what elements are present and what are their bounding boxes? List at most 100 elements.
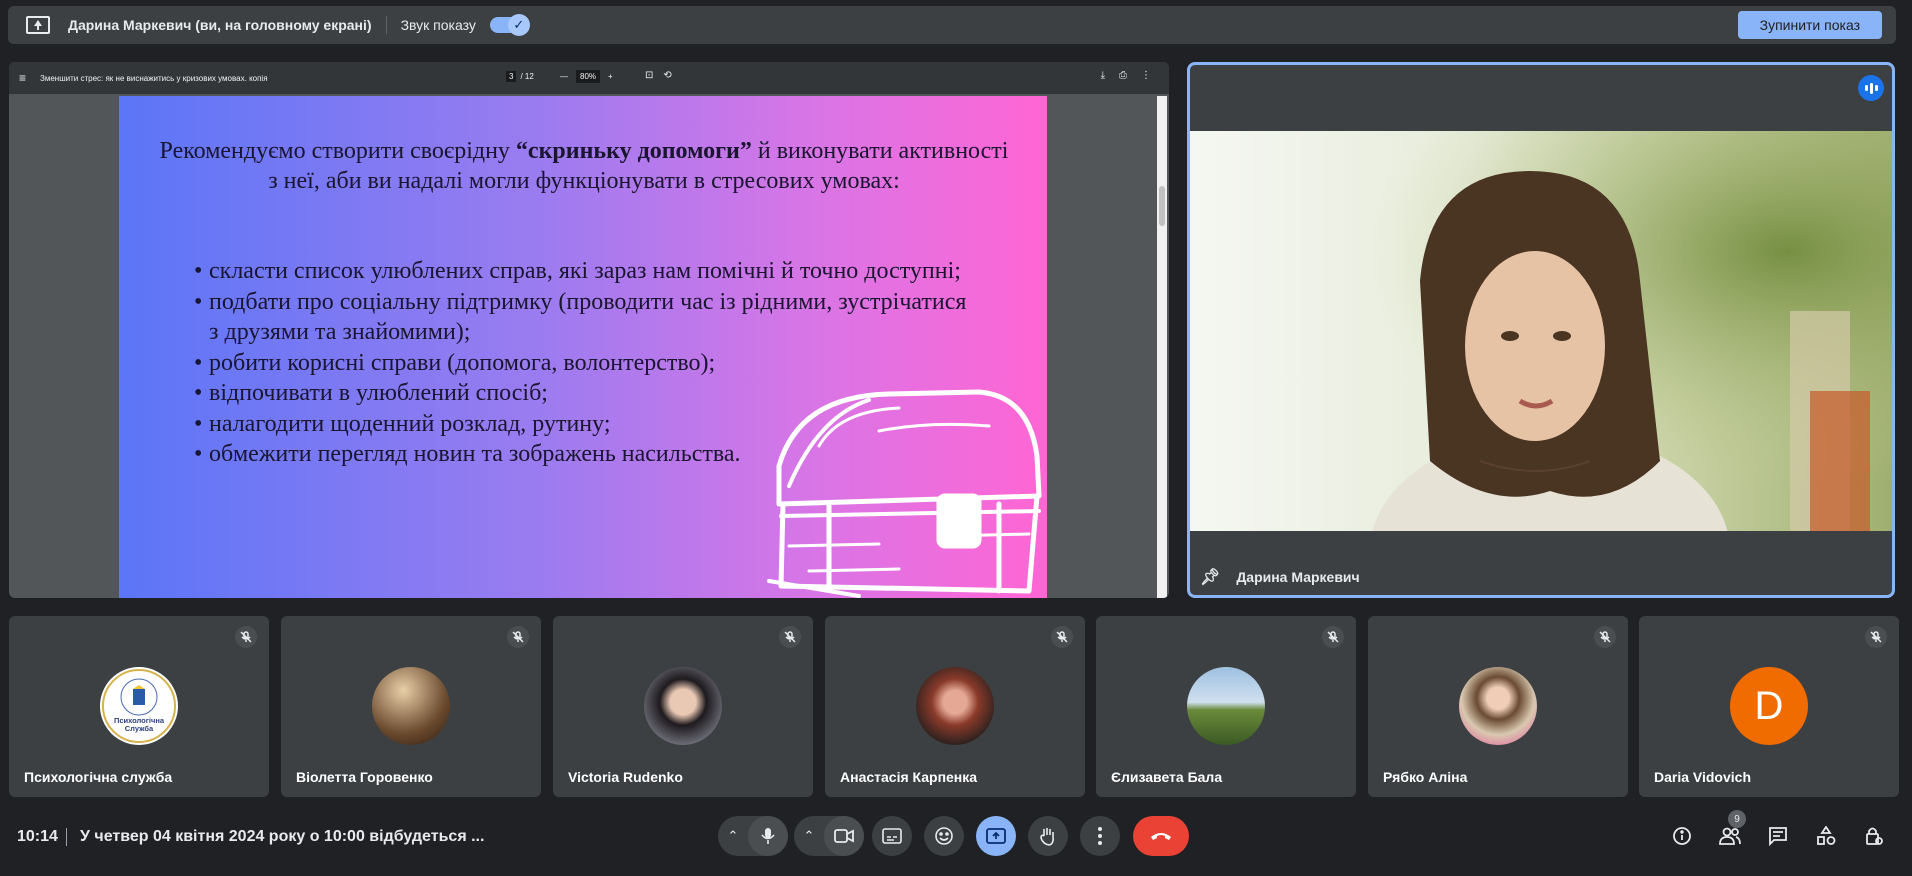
menu-icon[interactable]: ≡ bbox=[19, 71, 26, 85]
end-call-button[interactable] bbox=[1133, 816, 1189, 856]
end-call-control bbox=[1133, 816, 1189, 856]
info-icon bbox=[1673, 827, 1691, 845]
page-input[interactable]: 3 bbox=[506, 71, 517, 82]
participant-tile[interactable]: Віолетта Горовенко bbox=[281, 616, 541, 797]
rotate-icon[interactable]: ⟲ bbox=[663, 70, 671, 81]
activities-button[interactable] bbox=[1806, 816, 1846, 856]
more-vert-icon bbox=[1098, 827, 1102, 845]
pdf-actions: ⤓ ⎙ ⋮ bbox=[1101, 70, 1151, 81]
mic-off-icon bbox=[1865, 626, 1887, 648]
slide-intro: Рекомендуємо створити своєрідну “скриньк… bbox=[159, 136, 1009, 196]
more-options-control bbox=[1080, 816, 1120, 856]
raise-hand-button[interactable] bbox=[1028, 816, 1068, 856]
reactions-control bbox=[924, 816, 964, 856]
pdf-title: Зменшити стрес: як не виснажитись у криз… bbox=[40, 73, 268, 83]
sound-label: Звук показу bbox=[400, 17, 476, 33]
presenting-bar: Дарина Маркевич (ви, на головному екрані… bbox=[8, 6, 1896, 44]
pdf-view-controls: ⊡ ⟲ bbox=[645, 70, 672, 81]
chat-button[interactable] bbox=[1758, 816, 1798, 856]
pin-icon[interactable]: 📌︎ bbox=[1200, 567, 1220, 587]
emoji-icon bbox=[935, 827, 953, 845]
avatar bbox=[1187, 667, 1265, 745]
camera-control: ⌃ bbox=[794, 816, 864, 856]
participant-name: Victoria Rudenko bbox=[568, 769, 683, 785]
participant-name: Єлизавета Бала bbox=[1111, 769, 1223, 785]
avatar bbox=[916, 667, 994, 745]
treasure-chest-icon bbox=[767, 389, 1042, 598]
fit-page-icon[interactable]: ⊡ bbox=[645, 70, 653, 81]
camera-icon bbox=[834, 829, 854, 843]
camera-button[interactable] bbox=[824, 816, 864, 856]
mic-off-icon bbox=[1051, 626, 1073, 648]
mic-icon bbox=[761, 828, 775, 844]
avatar bbox=[372, 667, 450, 745]
presentation-pane: ≡ Зменшити стрес: як не виснажитись у кр… bbox=[9, 62, 1169, 598]
logo-text: Служба bbox=[125, 724, 154, 733]
zoom-controls: — 80% + bbox=[560, 70, 613, 83]
chevron-up-icon[interactable]: ⌃ bbox=[718, 828, 748, 844]
slide: Рекомендуємо створити своєрідну “скриньк… bbox=[119, 96, 1047, 598]
page-indicator: 3 / 12 bbox=[506, 71, 534, 82]
pdf-toolbar: ≡ Зменшити стрес: як не виснажитись у кр… bbox=[9, 62, 1169, 94]
participant-tile[interactable]: Victoria Rudenko bbox=[553, 616, 813, 797]
hang-up-icon bbox=[1151, 833, 1171, 840]
chevron-up-icon[interactable]: ⌃ bbox=[794, 828, 824, 844]
mic-off-icon bbox=[235, 626, 257, 648]
mic-off-icon bbox=[507, 626, 529, 648]
participant-tile[interactable]: D Daria Vidovich bbox=[1639, 616, 1899, 797]
speaker-video-frame bbox=[1190, 131, 1892, 531]
more-options-button[interactable] bbox=[1080, 816, 1120, 856]
slide-intro-bold: “скриньку допомоги” bbox=[515, 138, 752, 164]
participant-tile[interactable]: Психологічна Служба Психологічна служба bbox=[9, 616, 269, 797]
divider bbox=[385, 16, 387, 34]
meeting-tools: 9 bbox=[1662, 810, 1894, 856]
camera-control-pill: ⌃ bbox=[794, 816, 864, 856]
meeting-details-button[interactable] bbox=[1662, 816, 1702, 856]
zoom-input[interactable]: 80% bbox=[576, 70, 601, 83]
psych-service-logo: Психологічна Служба bbox=[102, 669, 176, 743]
pdf-scrollbar[interactable] bbox=[1157, 96, 1167, 598]
present-screen-icon bbox=[26, 16, 50, 34]
mic-button[interactable] bbox=[748, 816, 788, 856]
bullet-item: скласти список улюблених справ, які зара… bbox=[194, 256, 969, 287]
mic-control: ⌃ bbox=[718, 816, 788, 856]
check-icon: ✓ bbox=[507, 14, 530, 36]
mic-off-icon bbox=[779, 626, 801, 648]
clock: 10:14 bbox=[17, 828, 58, 845]
present-control bbox=[976, 816, 1016, 856]
people-button[interactable]: 9 bbox=[1710, 810, 1750, 856]
activities-icon bbox=[1817, 826, 1836, 845]
bottom-control-bar: 10:14 У четвер 04 квітня 2024 року о 10:… bbox=[0, 808, 1912, 868]
participant-tile[interactable]: Рябко Аліна bbox=[1368, 616, 1628, 797]
participant-name: Daria Vidovich bbox=[1654, 769, 1752, 785]
print-icon[interactable]: ⎙ bbox=[1119, 70, 1127, 81]
chat-icon bbox=[1769, 827, 1787, 846]
present-button[interactable] bbox=[976, 816, 1016, 856]
divider bbox=[66, 828, 67, 846]
reactions-button[interactable] bbox=[924, 816, 964, 856]
download-icon[interactable]: ⤓ bbox=[1101, 70, 1105, 81]
scroll-thumb[interactable] bbox=[1159, 186, 1165, 226]
captions-button[interactable] bbox=[872, 816, 912, 856]
present-screen-icon bbox=[986, 828, 1006, 844]
meeting-title[interactable]: У четвер 04 квітня 2024 року о 10:00 від… bbox=[80, 828, 484, 846]
stop-presenting-button[interactable]: Зупинити показ bbox=[1737, 11, 1882, 39]
people-count-badge: 9 bbox=[1728, 810, 1746, 828]
people-icon bbox=[1719, 827, 1741, 845]
mic-off-icon bbox=[1594, 626, 1616, 648]
zoom-out-icon[interactable]: — bbox=[560, 72, 568, 81]
lock-person-icon bbox=[1866, 827, 1883, 845]
participant-tile[interactable]: Анастасія Карпенка bbox=[825, 616, 1085, 797]
more-vert-icon[interactable]: ⋮ bbox=[1141, 70, 1151, 81]
participant-tile[interactable]: Єлизавета Бала bbox=[1096, 616, 1356, 797]
speaker-video bbox=[1190, 131, 1892, 531]
sound-toggle[interactable]: ✓ bbox=[489, 14, 530, 36]
speaker-tile[interactable]: 📌︎ Дарина Маркевич bbox=[1187, 62, 1895, 598]
zoom-in-icon[interactable]: + bbox=[608, 72, 613, 81]
mic-off-icon bbox=[1322, 626, 1344, 648]
mic-control-pill: ⌃ bbox=[718, 816, 788, 856]
host-controls-button[interactable] bbox=[1854, 816, 1894, 856]
avatar: D bbox=[1730, 667, 1808, 745]
hand-icon bbox=[1040, 828, 1054, 846]
participant-name: Віолетта Горовенко bbox=[296, 769, 433, 785]
